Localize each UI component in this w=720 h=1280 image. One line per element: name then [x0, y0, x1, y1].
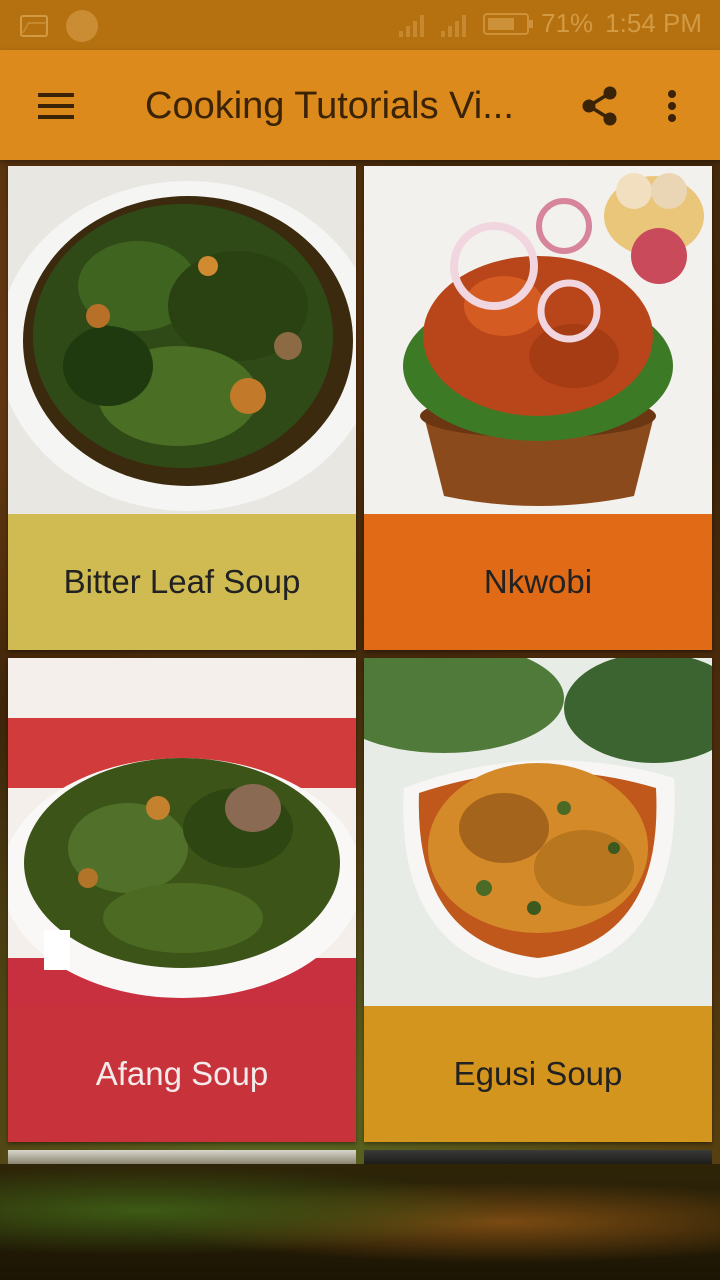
battery-icon: [483, 12, 534, 35]
card-bitter-leaf-soup[interactable]: Bitter Leaf Soup: [8, 166, 356, 650]
clock: 1:54 PM: [605, 8, 702, 38]
card-afang-soup[interactable]: Afang Soup: [8, 658, 356, 1142]
card-title: Nkwobi: [364, 514, 712, 650]
app-title: Cooking Tutorials Vi...: [145, 85, 514, 127]
next-card-peek-right: [364, 1150, 712, 1164]
egusi-soup-photo: [364, 658, 712, 1006]
app-bar: Cooking Tutorials Vi...: [0, 50, 720, 160]
hamburger-menu-icon[interactable]: [30, 84, 82, 128]
messenger-notification-icon: [66, 10, 98, 42]
signal-icon-2: [441, 11, 471, 37]
bitter-leaf-soup-photo: [8, 166, 356, 514]
next-card-peek-left: [8, 1150, 356, 1164]
card-nkwobi[interactable]: Nkwobi: [364, 166, 712, 650]
card-title: Egusi Soup: [364, 1006, 712, 1142]
gallery-notification-icon: [20, 15, 48, 37]
share-icon[interactable]: [578, 84, 622, 128]
nkwobi-photo: [364, 166, 712, 514]
card-egusi-soup[interactable]: Egusi Soup: [364, 658, 712, 1142]
card-title: Bitter Leaf Soup: [8, 514, 356, 650]
background-food-image: [0, 1164, 720, 1280]
more-vert-icon[interactable]: [656, 84, 688, 128]
signal-icon: [399, 11, 429, 37]
afang-soup-photo: [8, 658, 356, 1006]
battery-percent: 71%: [541, 8, 594, 38]
card-title: Afang Soup: [8, 1006, 356, 1142]
status-bar: 71% 1:54 PM: [0, 0, 720, 50]
